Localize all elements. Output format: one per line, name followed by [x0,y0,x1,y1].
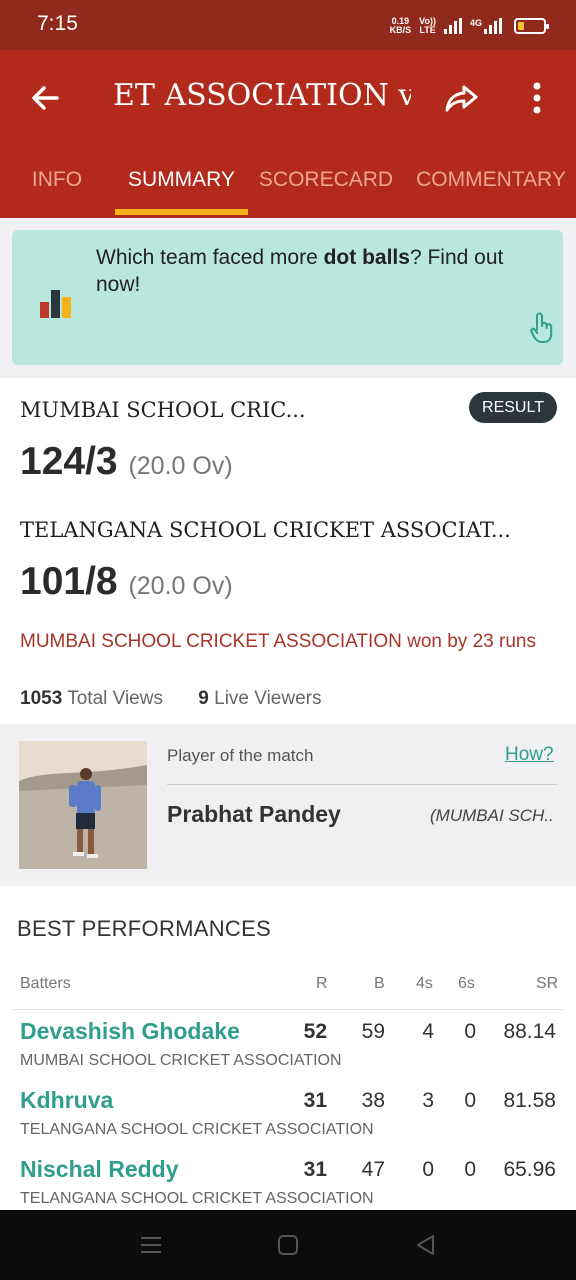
battery-icon [514,18,549,34]
batter-fours: 3 [422,1089,434,1112]
tab-info[interactable]: INFO [20,162,94,218]
match-result-card[interactable]: MUMBAI SCHOOL CRIC... RESULT 124/3 (20.0… [0,378,576,724]
player-team: (MUMBAI SCH.. [430,806,554,825]
column-header-runs: R [316,975,328,992]
divider [167,784,557,785]
team2-name: TELANGANA SCHOOL CRICKET ASSOCIAT... [20,518,511,542]
column-header-strike-rate: SR [536,975,559,992]
more-vertical-icon [533,82,541,114]
view-stats: 1053 Total Views 9 Live Viewers [20,688,322,710]
batter-name[interactable]: Kdhruva [20,1087,113,1114]
active-tab-indicator [115,209,248,215]
team1-overs: (20.0 Ov) [128,452,233,480]
column-header-fours: 4s [416,975,433,992]
best-performances-section: BEST PERFORMANCES Batters R B 4s 6s SR D… [0,886,576,1210]
table-row[interactable]: Devashish Ghodake MUMBAI SCHOOL CRICKET … [0,1018,576,1082]
batter-fours: 0 [422,1158,434,1181]
share-button[interactable] [440,76,484,120]
batter-strike-rate: 88.14 [503,1020,556,1043]
potm-label: Player of the match [167,746,314,765]
status-icons: 0.19 KB/S Vo)) LTE 4G [389,13,549,39]
player-name[interactable]: Prabhat Pandey [167,801,341,828]
column-header-sixes: 6s [458,975,475,992]
volte-icon: Vo)) LTE [419,16,436,35]
total-views-label: Total Views [67,688,163,709]
batter-strike-rate: 65.96 [503,1158,556,1181]
how-link[interactable]: How? [505,744,554,766]
home-icon[interactable] [275,1232,301,1258]
battery-level [518,22,524,30]
team1-name: MUMBAI SCHOOL CRIC... [20,398,306,422]
live-viewers-label: Live Viewers [214,688,322,709]
batter-name[interactable]: Nischal Reddy [20,1156,179,1183]
player-of-the-match-card[interactable]: Player of the match How? Prabhat Pandey … [0,726,576,884]
tab-commentary[interactable]: COMMENTARY [408,162,574,218]
batter-sixes: 0 [464,1158,476,1181]
menu-icon[interactable] [138,1232,164,1258]
batter-team: TELANGANA SCHOOL CRICKET ASSOCIATION [20,1121,374,1138]
network-speed-indicator: 0.19 KB/S [389,16,412,35]
table-row[interactable]: Nischal Reddy TELANGANA SCHOOL CRICKET A… [0,1156,576,1210]
batter-name[interactable]: Devashish Ghodake [20,1018,240,1045]
live-viewers-count: 9 [198,688,209,709]
batter-sixes: 0 [464,1020,476,1043]
batter-team: MUMBAI SCHOOL CRICKET ASSOCIATION [20,1052,342,1069]
batter-team: TELANGANA SCHOOL CRICKET ASSOCIATION [20,1190,374,1207]
player-photo[interactable] [19,741,147,869]
batter-fours: 4 [422,1020,434,1043]
network-type-icon: 4G [470,18,502,34]
promo-banner[interactable]: Which team faced more dot balls? Find ou… [12,230,563,365]
team1-score: 124/3 (20.0 Ov) [20,440,233,483]
team2-score: 101/8 (20.0 Ov) [20,560,233,603]
tab-bar: INFO SUMMARY SCORECARD COMMENTARY [0,162,576,218]
batter-runs: 52 [303,1020,327,1043]
batter-runs: 31 [303,1158,327,1181]
batter-strike-rate: 81.58 [503,1089,556,1112]
result-text: MUMBAI SCHOOL CRICKET ASSOCIATION won by… [20,631,536,652]
batter-sixes: 0 [464,1089,476,1112]
back-triangle-icon[interactable] [413,1232,439,1258]
system-nav-bar [0,1210,576,1280]
page-title: ET ASSOCIATION vs [113,78,411,113]
section-title: BEST PERFORMANCES [17,916,272,941]
batter-balls: 47 [361,1158,385,1181]
status-bar: 7:15 0.19 KB/S Vo)) LTE 4G [0,0,576,50]
table-row[interactable]: Kdhruva TELANGANA SCHOOL CRICKET ASSOCIA… [0,1087,576,1151]
bar-chart-icon [40,290,71,318]
promo-text: Which team faced more dot balls? Find ou… [96,246,504,296]
app-bar: ET ASSOCIATION vs INFO SUMMARY SCORECARD… [0,50,576,218]
column-header-batters: Batters [20,975,71,992]
batter-balls: 38 [361,1089,385,1112]
back-button[interactable] [24,76,68,120]
divider [13,1009,563,1010]
batter-balls: 59 [361,1020,385,1043]
tap-hand-icon [530,312,553,343]
column-header-balls: B [374,975,385,992]
signal-icon [443,18,462,34]
status-badge: RESULT [469,392,557,423]
batter-runs: 31 [303,1089,327,1112]
back-arrow-icon [32,86,59,110]
total-views-count: 1053 [20,688,63,709]
more-options-button[interactable] [518,76,556,120]
status-time: 7:15 [37,12,78,35]
tab-scorecard[interactable]: SCORECARD [256,162,396,218]
team2-overs: (20.0 Ov) [128,572,233,600]
share-icon [445,85,478,112]
